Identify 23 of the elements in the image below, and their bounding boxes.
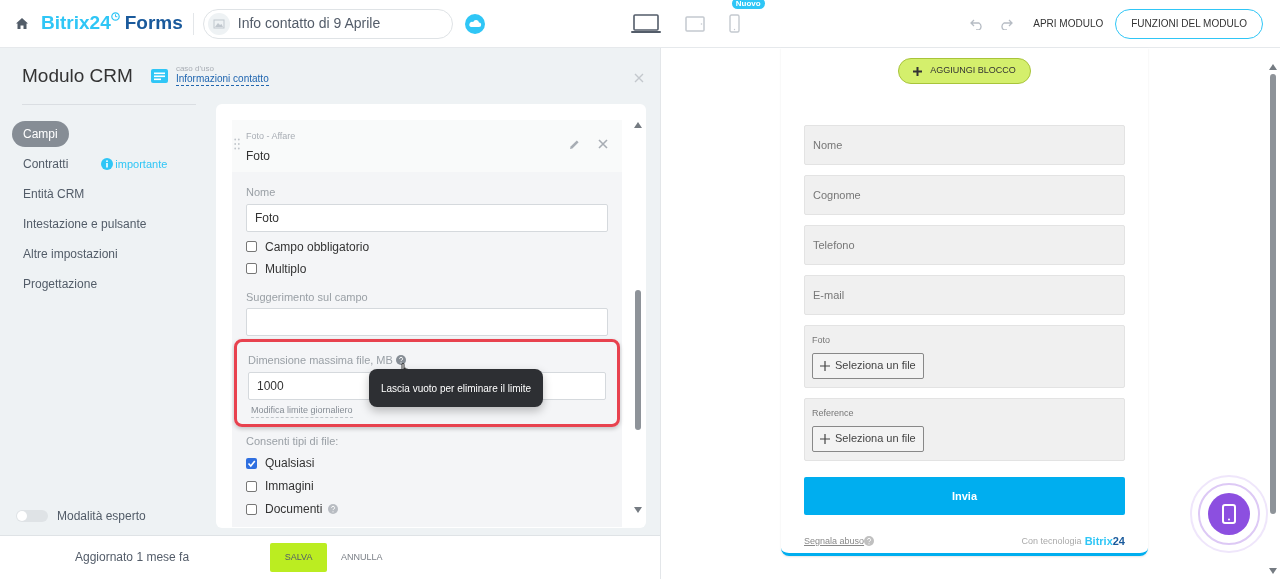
- powered-by-text: Con tecnologia: [1021, 534, 1082, 548]
- field-label: Consenti tipi di file:: [246, 434, 340, 449]
- checkbox-label: Campo obbligatorio: [265, 238, 370, 256]
- field-label: Suggerimento sul campo: [246, 289, 369, 305]
- field-title: Foto: [246, 147, 271, 165]
- use-case-caption: caso d'uso: [175, 64, 215, 73]
- new-badge: Nuovo: [731, 0, 765, 9]
- panel-title: Modulo CRM: [22, 63, 133, 88]
- checkbox-label: Documenti: [265, 501, 323, 518]
- toggle-label: Modalità esperto: [57, 508, 146, 525]
- checkbox-label: Qualsiasi: [265, 455, 315, 472]
- update-status: Aggiornato 1 mese fa: [75, 549, 190, 567]
- checkbox-label: Multiplo: [265, 260, 307, 278]
- field-label: Reference: [812, 407, 855, 420]
- brand-logo: Bitrix24: [1084, 534, 1125, 549]
- field-label: Dimensione massima file, MB: [248, 353, 393, 368]
- checkbox-label: Immagini: [265, 478, 314, 495]
- tooltip: Lascia vuoto per eliminare il limite: [369, 369, 544, 407]
- important-note: importante: [115, 156, 168, 172]
- field-caption: Foto - Affare: [246, 130, 297, 143]
- field-label: Foto: [812, 334, 831, 347]
- logo: Bitrix24 Forms: [41, 11, 183, 36]
- field-label: Nome: [246, 185, 277, 200]
